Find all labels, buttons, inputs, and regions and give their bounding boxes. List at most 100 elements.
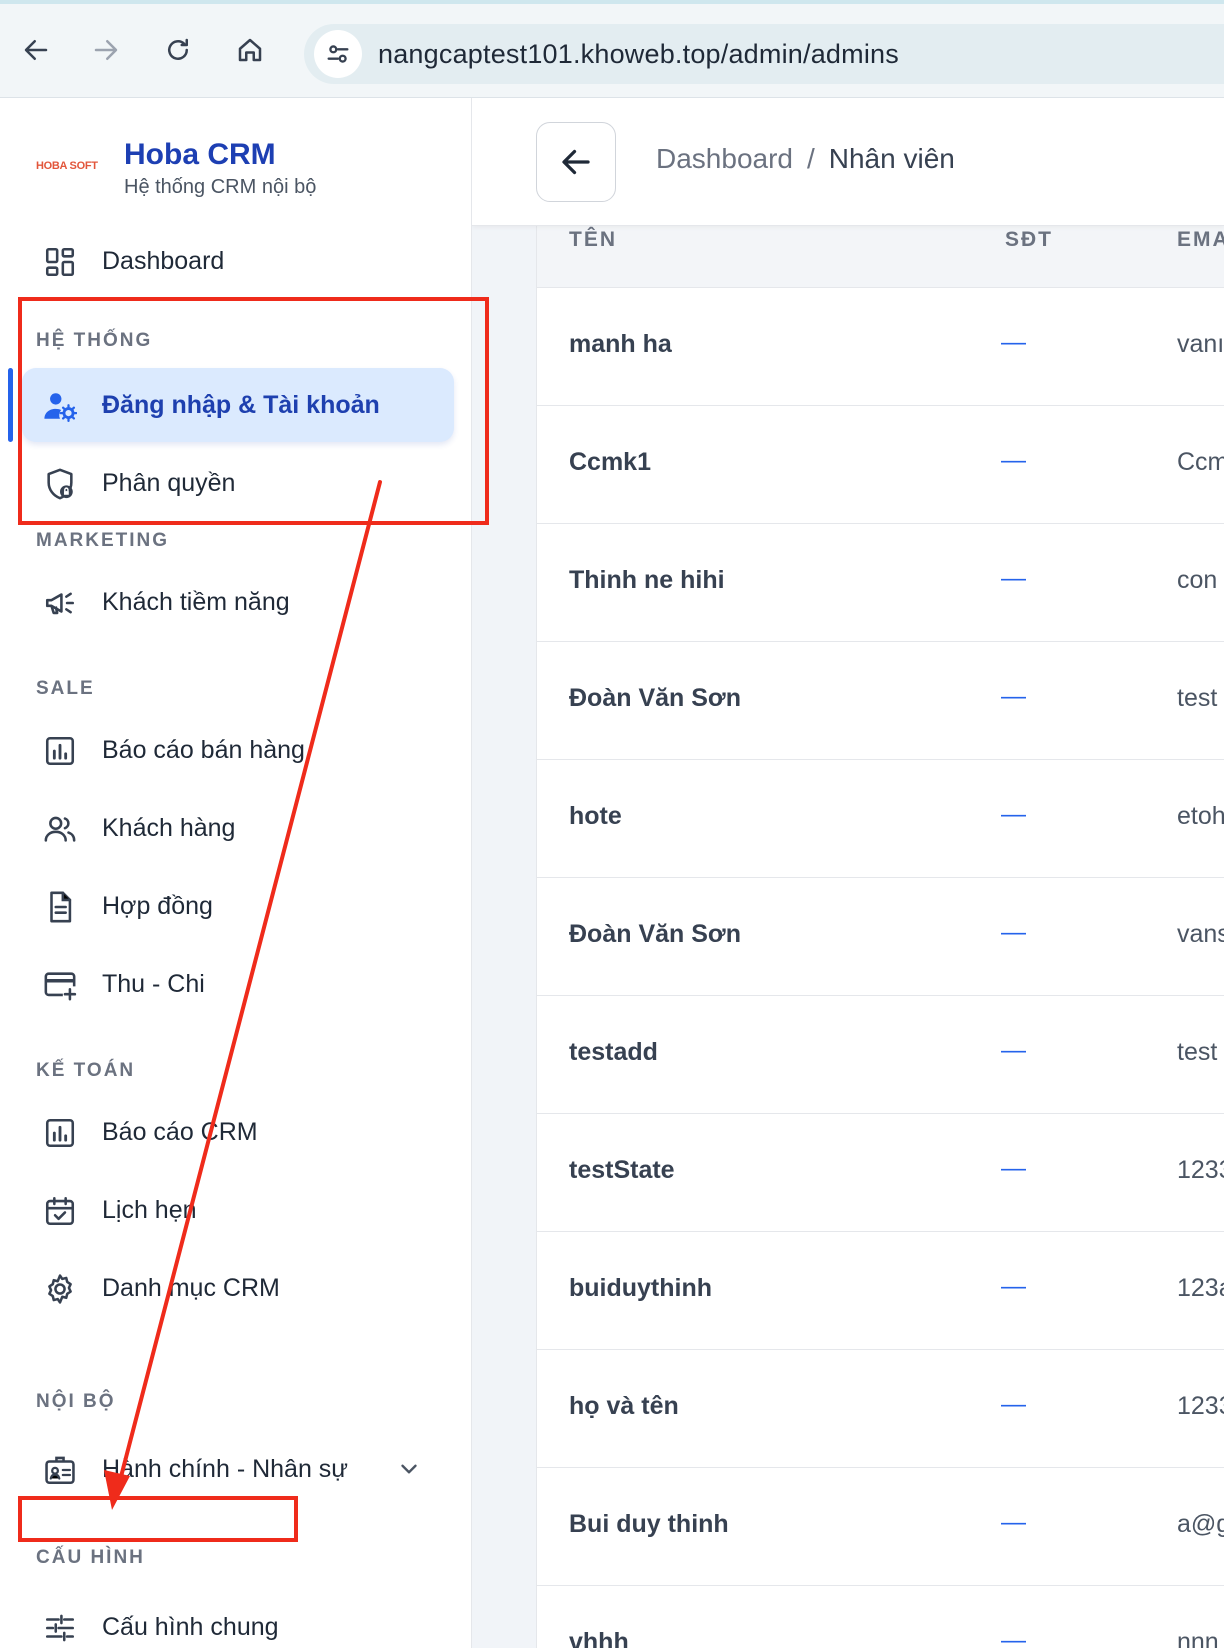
breadcrumb-separator: / — [806, 143, 815, 174]
sidebar-item-dashboard[interactable]: Dashboard — [22, 224, 454, 298]
brand-name: Hoba CRM — [124, 138, 276, 171]
reload-button[interactable] — [156, 28, 200, 72]
back-nav-button[interactable] — [14, 28, 58, 72]
table-header: TÊN SĐT EMA — [537, 226, 1224, 288]
browser-toolbar: nangcaptest101.khoweb.top/admin/admins — [0, 0, 1224, 98]
cell-name: manh ha — [569, 330, 672, 358]
sidebar-item-leads[interactable]: Khách tiềm năng — [22, 565, 454, 639]
section-he-thong: HỆ THỐNG — [36, 330, 153, 351]
cell-name: testState — [569, 1156, 675, 1184]
cell-name: Ccmk1 — [569, 448, 651, 476]
cell-email: 1233 — [1177, 1156, 1224, 1184]
cell-phone: — — [1001, 1508, 1026, 1536]
breadcrumb-dashboard-link[interactable]: Dashboard — [656, 143, 793, 174]
section-cau-hinh: CẤU HÌNH — [36, 1547, 145, 1568]
dashboard-icon — [42, 244, 78, 280]
brand-logo: HOBA SOFT — [36, 160, 98, 172]
cell-email: test — [1177, 1038, 1218, 1066]
cell-name: hote — [569, 802, 622, 830]
table-row[interactable]: Đoàn Văn Sơn — test — [537, 642, 1224, 760]
sidebar-item-income-expense[interactable]: Thu - Chi — [22, 947, 454, 1021]
table-row[interactable]: Ccmk1 — Ccm — [537, 406, 1224, 524]
sidebar-item-label: Khách hàng — [102, 813, 236, 842]
sidebar-item-label: Khách tiềm năng — [102, 587, 290, 616]
cell-name: Thinh ne hihi — [569, 566, 725, 594]
sidebar-item-contracts[interactable]: Hợp đồng — [22, 869, 454, 943]
sidebar-item-label: Báo cáo CRM — [102, 1117, 258, 1146]
cell-phone: — — [1001, 1036, 1026, 1064]
url-text[interactable]: nangcaptest101.khoweb.top/admin/admins — [378, 39, 899, 70]
bar-chart-icon — [42, 1115, 78, 1151]
cell-name: Đoàn Văn Sơn — [569, 684, 741, 712]
bar-chart-icon — [42, 733, 78, 769]
cell-name: Đoàn Văn Sơn — [569, 920, 741, 948]
cell-phone: — — [1001, 1154, 1026, 1182]
back-button[interactable] — [536, 122, 616, 202]
users-icon — [42, 811, 78, 847]
cell-email: Ccm — [1177, 448, 1224, 476]
cell-email: 123a — [1177, 1274, 1224, 1302]
site-info-button[interactable] — [314, 30, 362, 78]
sidebar-item-customers[interactable]: Khách hàng — [22, 791, 454, 865]
cell-phone: — — [1001, 1390, 1026, 1418]
table-row[interactable]: buiduythinh — 123a — [537, 1232, 1224, 1350]
cell-email: a@g — [1177, 1510, 1224, 1538]
cell-name: họ và tên — [569, 1392, 679, 1420]
table-row[interactable]: testState — 1233 — [537, 1114, 1224, 1232]
table-row[interactable]: hote — etoh — [537, 760, 1224, 878]
sidebar-item-label: Danh mục CRM — [102, 1273, 280, 1302]
cell-phone: — — [1001, 1626, 1026, 1648]
card-plus-icon — [42, 967, 78, 1003]
sidebar-item-crm-report[interactable]: Báo cáo CRM — [22, 1095, 454, 1169]
column-header-phone[interactable]: SĐT — [1005, 228, 1053, 252]
cell-phone: — — [1001, 918, 1026, 946]
home-icon — [238, 38, 262, 62]
sidebar-item-label: Dashboard — [102, 246, 225, 275]
arrow-right-icon — [94, 40, 118, 60]
cell-phone: — — [1001, 800, 1026, 828]
cell-name: vhhh — [569, 1628, 629, 1648]
sidebar-item-label: Hợp đồng — [102, 891, 213, 920]
arrow-left-icon — [24, 40, 48, 60]
table-row[interactable]: manh ha — vanı — [537, 288, 1224, 406]
sidebar-item-label: Lịch hẹn — [102, 1195, 197, 1224]
sidebar-item-appointments[interactable]: Lịch hẹn — [22, 1173, 454, 1247]
document-icon — [42, 889, 78, 925]
table-row[interactable]: họ và tên — 1233 — [537, 1350, 1224, 1468]
table-row[interactable]: Thinh ne hihi — con — [537, 524, 1224, 642]
table-row[interactable]: testadd — test — [537, 996, 1224, 1114]
chevron-down-icon[interactable] — [396, 1456, 422, 1482]
cell-email: nnn — [1177, 1628, 1219, 1648]
main-content: Dashboard / Nhân viên TÊN SĐT EMA manh ha —… — [472, 98, 1224, 1648]
section-ke-toan: KẾ TOÁN — [36, 1060, 136, 1081]
brand[interactable]: HOBA SOFT Hoba CRM Hệ thống CRM nội bộ — [36, 138, 456, 198]
reload-icon — [168, 38, 188, 60]
cell-email: vanı — [1177, 330, 1224, 358]
forward-nav-button[interactable] — [84, 28, 128, 72]
column-header-email[interactable]: EMA — [1177, 228, 1224, 252]
sidebar-item-general-config[interactable]: Cấu hình chung — [22, 1590, 454, 1648]
sidebar-item-crm-catalog[interactable]: Danh mục CRM — [22, 1251, 454, 1325]
table-row[interactable]: vhhh — nnn — [537, 1586, 1224, 1648]
section-sale: SALE — [36, 678, 95, 699]
cell-email: con — [1177, 566, 1218, 594]
page-header: Dashboard / Nhân viên — [472, 98, 1224, 226]
sidebar-item-label: Báo cáo bán hàng — [102, 735, 305, 764]
brand-subtitle: Hệ thống CRM nội bộ — [124, 176, 317, 198]
home-button[interactable] — [228, 28, 272, 72]
sidebar-item-sales-report[interactable]: Báo cáo bán hàng — [22, 713, 454, 787]
table-row[interactable]: Đoàn Văn Sơn — vans — [537, 878, 1224, 996]
sidebar-item-login-accounts[interactable]: Đăng nhập & Tài khoản — [22, 368, 454, 442]
gear-icon — [42, 1271, 78, 1307]
section-marketing: MARKETING — [36, 530, 170, 551]
sidebar-item-hr-admin[interactable]: Hành chính - Nhân sự — [22, 1432, 454, 1506]
column-header-name[interactable]: TÊN — [569, 228, 617, 252]
calendar-check-icon — [42, 1193, 78, 1229]
cell-phone: — — [1001, 564, 1026, 592]
address-bar[interactable]: nangcaptest101.khoweb.top/admin/admins — [304, 24, 1224, 84]
cell-name: buiduythinh — [569, 1274, 713, 1302]
sidebar: HOBA SOFT Hoba CRM Hệ thống CRM nội bộ D… — [0, 98, 472, 1648]
sidebar-item-label: Cấu hình chung — [102, 1612, 279, 1641]
sidebar-item-permissions[interactable]: Phân quyền — [22, 446, 454, 520]
table-row[interactable]: Bui duy thinh — a@g — [537, 1468, 1224, 1586]
